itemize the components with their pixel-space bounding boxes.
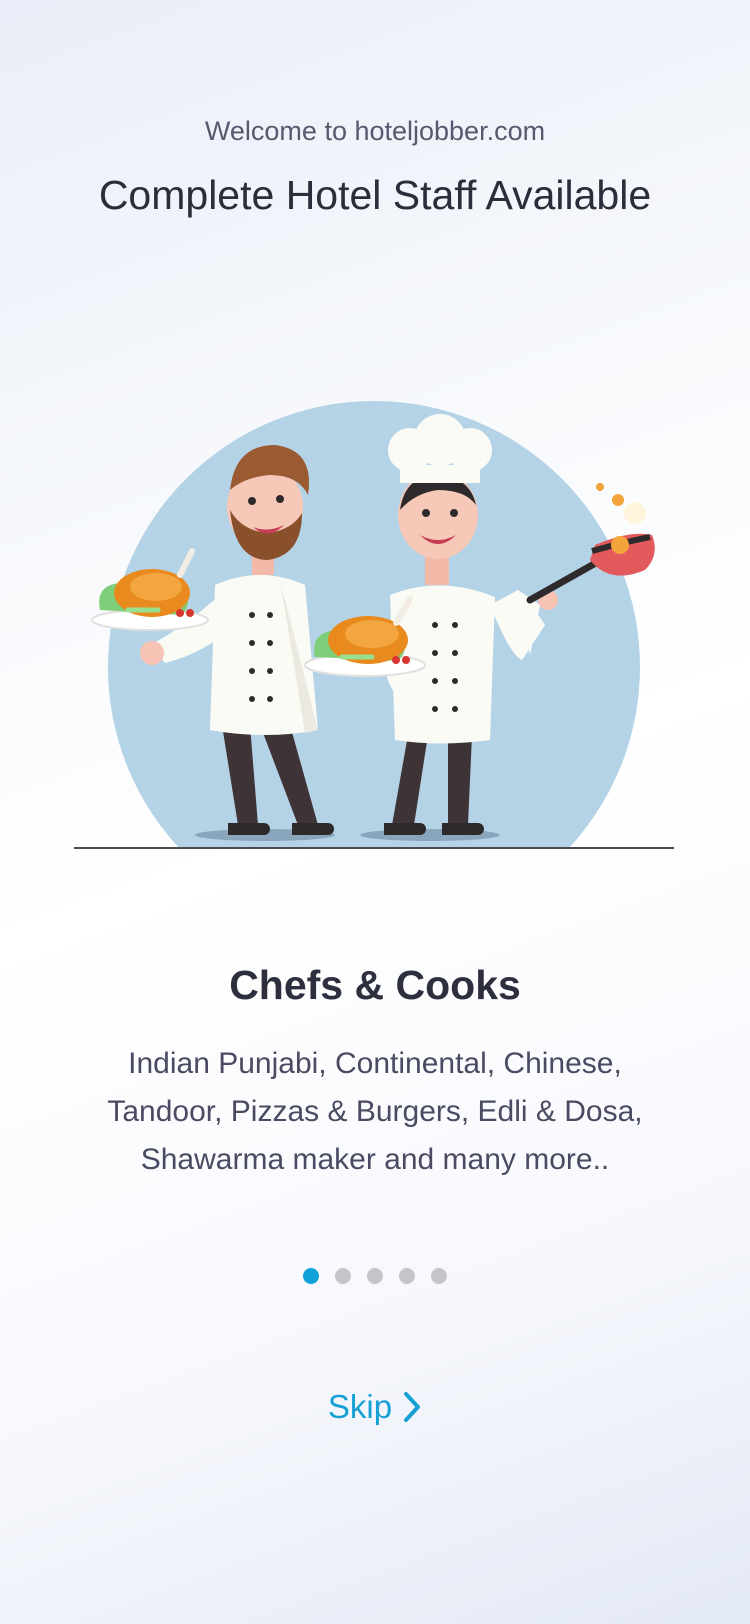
slide-title: Chefs & Cooks [229,962,521,1008]
slide-description: Indian Punjabi, Continental, Chinese, Ta… [107,1047,643,1176]
page-title: Complete Hotel Staff Available [98,172,652,218]
skip-button[interactable]: Skip [0,1388,750,1426]
pagination-dot[interactable] [303,1268,319,1284]
pagination-dot[interactable] [335,1268,351,1284]
chevron-right-icon [404,1392,421,1422]
welcome-text: Welcome to hoteljobber.com [204,116,546,146]
pagination-dot[interactable] [367,1268,383,1284]
pagination-dot[interactable] [399,1268,415,1284]
skip-label: Skip [327,1388,393,1425]
pagination-dot[interactable] [431,1268,447,1284]
chefs-illustration-icon [74,401,674,849]
pagination-dots [0,1268,750,1284]
